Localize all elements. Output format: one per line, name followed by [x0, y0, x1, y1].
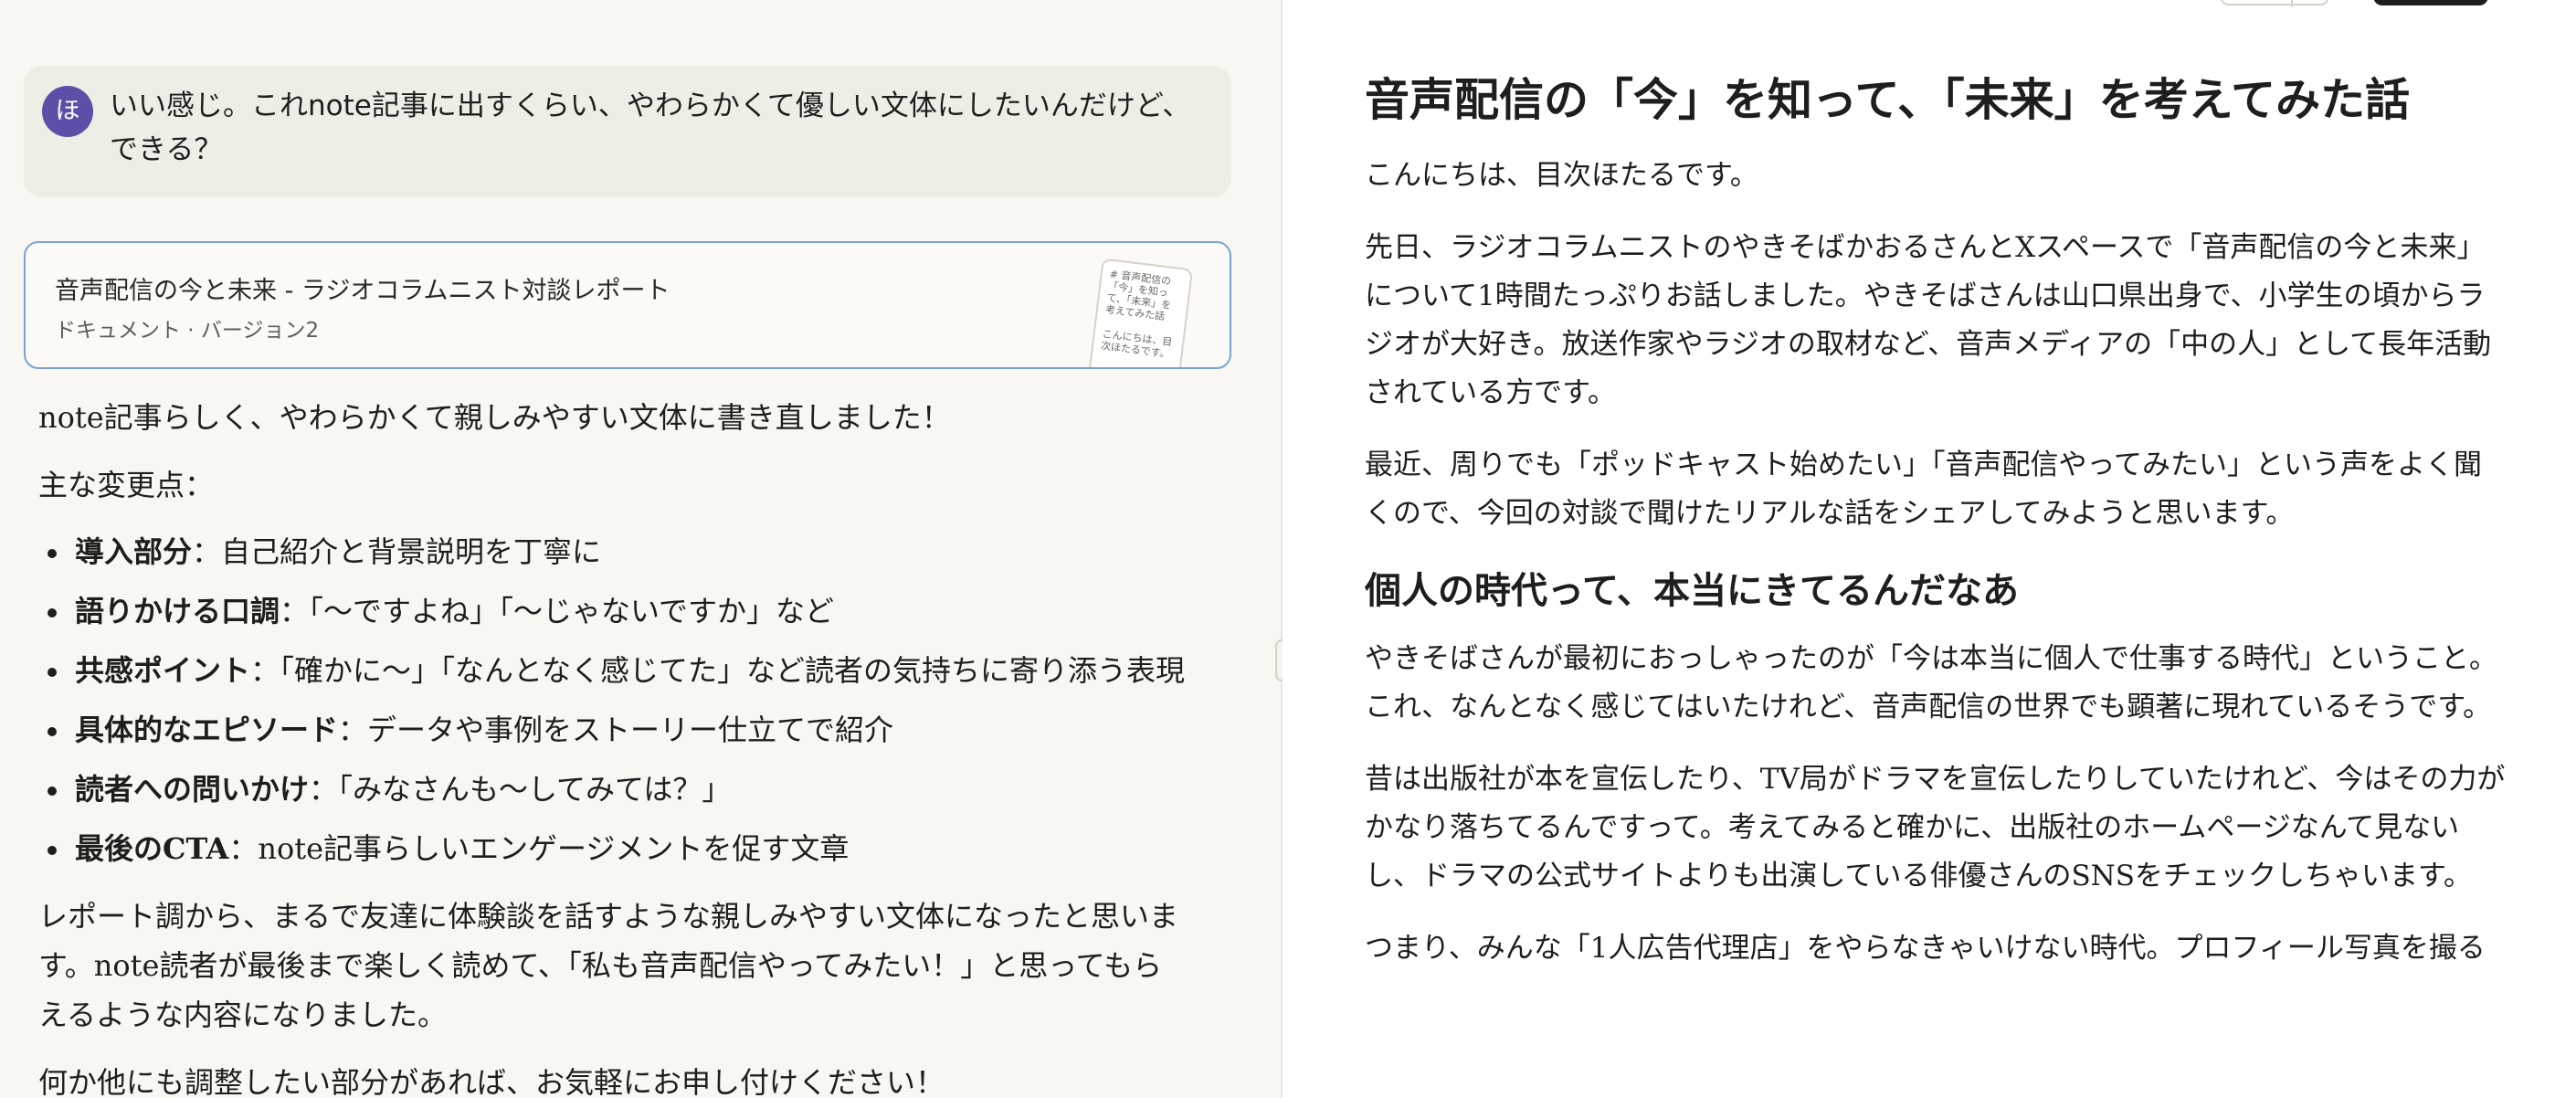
thumbnail-line: # 音声配信の「今」を知って、「未来」を考えてみた話: [1104, 268, 1172, 323]
document-title: 音声配信の「今」を知って、「未来」を考えてみた話: [1365, 73, 2411, 126]
artifact-title: 音声配信の今と未来 - ラジオコラムニスト対談レポート: [55, 277, 670, 305]
change-text: ：「確かに〜」「なんとなく感じてた」など読者の気持ちに寄り添う表現: [250, 653, 1186, 688]
artifact-version: ドキュメント · バージョン2: [55, 319, 320, 343]
change-label: 最後のCTA: [75, 831, 229, 866]
changes-list: 導入部分：自己紹介と背景説明を丁寧に 語りかける口調：「〜ですよね」「〜じゃない…: [38, 523, 1189, 879]
document-paragraph: 最近、周りでも「ポッドキャスト始めたい」「音声配信やってみたい」という声をよく聞…: [1365, 449, 2482, 530]
document-paragraph: こんにちは、目次ほたるです。: [1365, 159, 1758, 192]
change-label: 語りかける口調: [75, 594, 280, 628]
avatar: ほ: [42, 86, 93, 137]
toolbar-primary-button[interactable]: [2373, 0, 2488, 5]
change-label: 導入部分: [75, 534, 193, 569]
list-item: 語りかける口調：「〜ですよね」「〜じゃないですか」など: [38, 582, 1189, 641]
assistant-message: note記事らしく、やわらかくて親しみやすい文体に書き直しました！ 主な変更点：…: [38, 393, 1189, 1098]
change-text: ：「〜ですよね」「〜じゃないですか」など: [280, 594, 835, 628]
button-separator: [2291, 0, 2293, 7]
user-message-text: いい感じ。これnote記事に出すくらい、やわらかくて優しい文体にしたいんだけど、…: [110, 90, 1191, 166]
document-content: 音声配信の「今」を知って、「未来」を考えてみた話 こんにちは、目次ほたるです。 …: [1365, 66, 2507, 997]
section-heading: 個人の時代って、本当にきてるんだなあ: [1365, 569, 2019, 612]
list-item: 具体的なエピソード：データや事例をストーリー仕立てで紹介: [38, 701, 1189, 760]
document-paragraph: 昔は出版社が本を宣伝したり、TV局がドラマを宣伝したりしていたけれど、今はその力…: [1365, 763, 2506, 892]
list-item: 導入部分：自己紹介と背景説明を丁寧に: [38, 523, 1189, 582]
document-thumbnail-icon: # 音声配信の「今」を知って、「未来」を考えてみた話 こんにちは、目次ほたるです…: [1086, 258, 1194, 367]
document-paragraph: 先日、ラジオコラムニストのやきそばかおるさんとXスペースで「音声配信の今と未来」…: [1365, 231, 2492, 409]
thumbnail-line: こんにちは、目次ほたるです。: [1100, 328, 1173, 361]
assistant-closing: 何か他にも調整したい部分があれば、お気軽にお申し付けください！: [38, 1065, 945, 1098]
chat-pane: ほ いい感じ。これnote記事に出すくらい、やわらかくて優しい文体にしたいんだけ…: [0, 0, 1281, 1098]
list-item: 最後のCTA：note記事らしいエンゲージメントを促す文章: [38, 819, 1189, 879]
artifact-card[interactable]: 音声配信の今と未来 - ラジオコラムニスト対談レポート ドキュメント · バージ…: [24, 241, 1231, 369]
change-text: ：note記事らしいエンゲージメントを促す文章: [228, 831, 850, 866]
list-item: 共感ポイント：「確かに〜」「なんとなく感じてた」など読者の気持ちに寄り添う表現: [38, 641, 1189, 701]
change-label: 共感ポイント: [75, 653, 251, 688]
user-message: ほ いい感じ。これnote記事に出すくらい、やわらかくて優しい文体にしたいんだけ…: [24, 66, 1231, 197]
document-paragraph: やきそばさんが最初におっしゃったのが「今は本当に個人で仕事する時代」ということ。…: [1365, 642, 2497, 723]
change-text: ：データや事例をストーリー仕立てで紹介: [338, 713, 894, 747]
change-label: 読者への問いかけ: [75, 772, 310, 807]
change-text: ：「みなさんも〜してみては？」: [309, 772, 732, 807]
list-item: 読者への問いかけ：「みなさんも〜してみては？」: [38, 760, 1189, 819]
assistant-summary: レポート調から、まるで友達に体験談を話すような親しみやすい文体になったと思います…: [38, 899, 1179, 1032]
changes-label: 主な変更点：: [38, 468, 215, 502]
change-text: ：自己紹介と背景説明を丁寧に: [192, 534, 602, 569]
change-label: 具体的なエピソード: [75, 713, 339, 747]
document-paragraph: つまり、みんな「1人広告代理店」をやらなきゃいけない時代。プロフィール写真を撮る: [1365, 932, 2486, 965]
toolbar-button-group[interactable]: [2220, 0, 2329, 7]
assistant-intro: note記事らしく、やわらかくて親しみやすい文体に書き直しました！: [38, 400, 951, 435]
